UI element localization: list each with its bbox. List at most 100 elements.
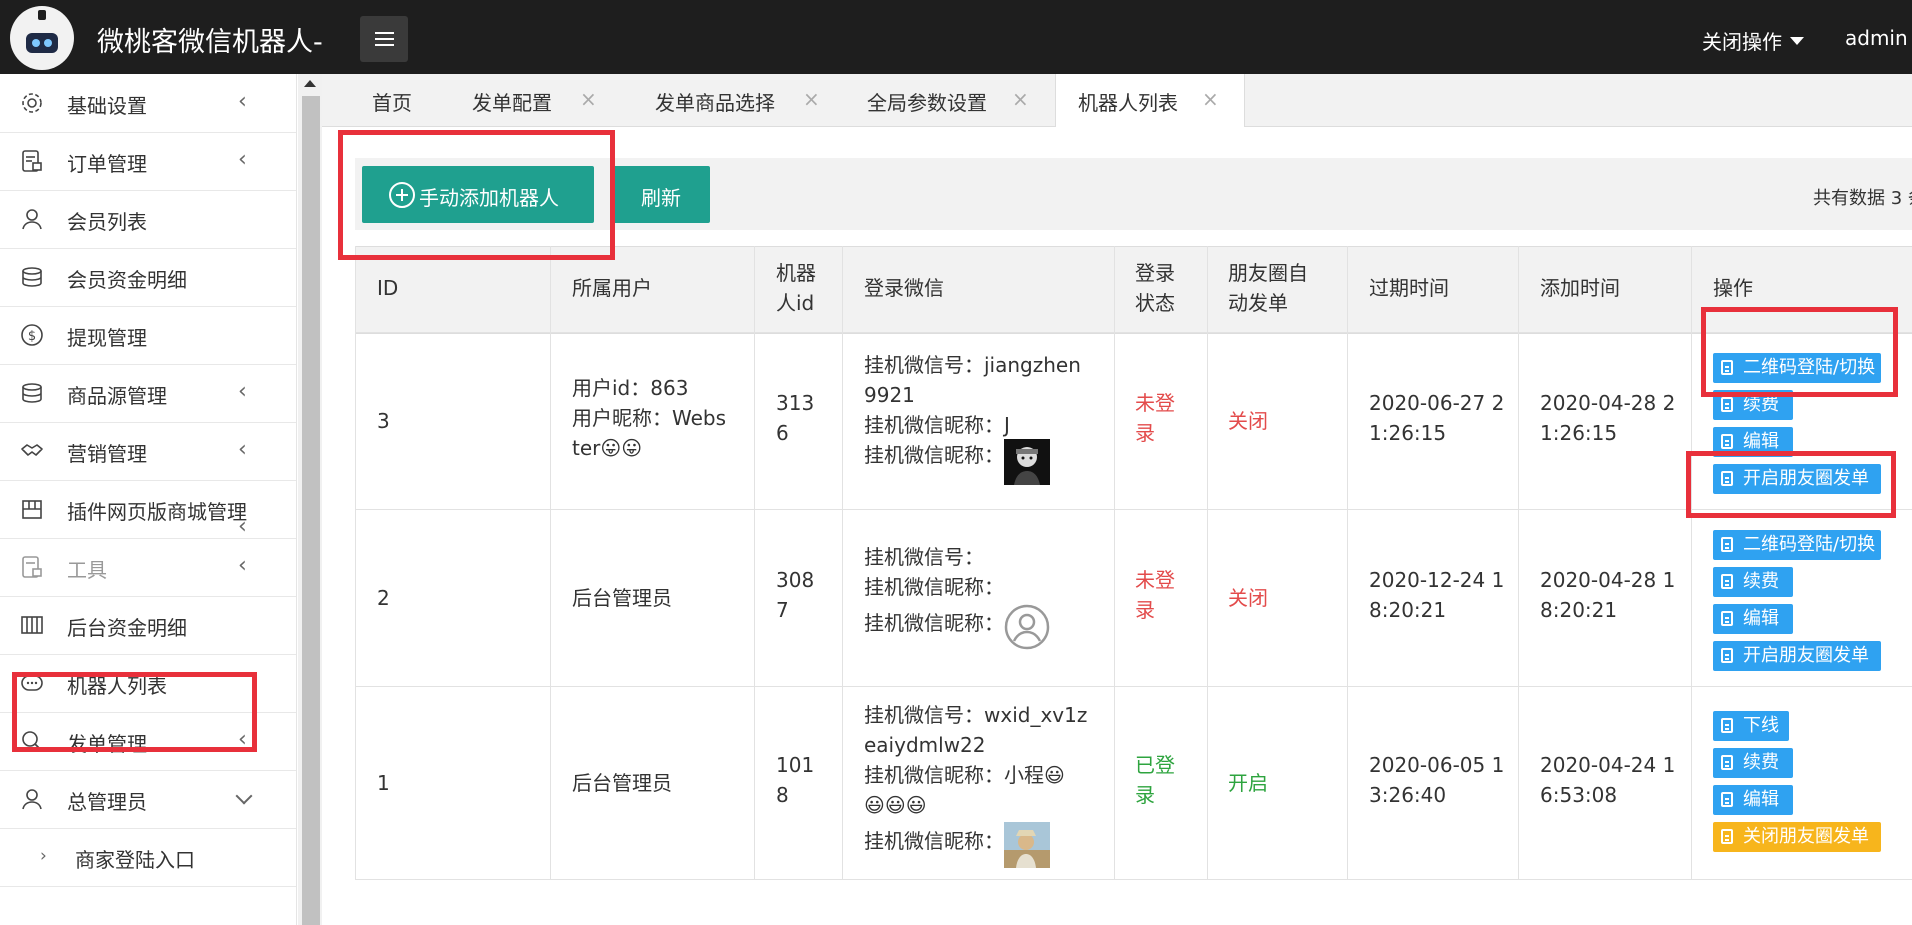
close-icon[interactable]: × bbox=[1012, 87, 1029, 111]
close-icon[interactable]: × bbox=[580, 87, 597, 111]
sidebar-item-super-admin[interactable]: 总管理员 bbox=[0, 770, 296, 829]
cell-added: 2020-04-24 1 6:53:08 bbox=[1540, 753, 1676, 807]
sidebar-item-member-funds[interactable]: 会员资金明细 bbox=[0, 248, 296, 307]
sidebar-item-label: 后台资金明细 bbox=[67, 616, 187, 640]
default-avatar-icon bbox=[1004, 604, 1050, 650]
chevron-left-icon: ‹ bbox=[238, 514, 247, 539]
chevron-left-icon: ‹ bbox=[238, 379, 247, 404]
cell-expire: 2020-06-05 1 3:26:40 bbox=[1369, 753, 1505, 807]
enable-moments-button[interactable]: 开启朋友圈发单 bbox=[1713, 641, 1881, 671]
dollar-icon: $ bbox=[21, 324, 43, 346]
cell-added: 2020-04-28 2 1:26:15 bbox=[1540, 391, 1676, 445]
clipboard-icon bbox=[1721, 792, 1733, 807]
chevron-left-icon: ‹ bbox=[238, 553, 247, 578]
sidebar-item-label: 插件网页版商城管理 bbox=[67, 500, 247, 524]
cell-robot-id: 313 6 bbox=[776, 391, 815, 445]
edit-button[interactable]: 编辑 bbox=[1713, 785, 1793, 815]
clipboard-icon bbox=[1721, 718, 1733, 733]
col-header-ops: 操作 bbox=[1713, 276, 1753, 300]
tab-label: 发单配置 bbox=[472, 91, 552, 115]
col-header-added: 添加时间 bbox=[1540, 276, 1620, 300]
sidebar-item-label: 营销管理 bbox=[67, 442, 147, 466]
wechat-avatar-image bbox=[1004, 822, 1050, 868]
cell-expire: 2020-12-24 1 8:20:21 bbox=[1369, 568, 1505, 622]
robot-logo-icon bbox=[10, 6, 74, 70]
chevron-left-icon: ‹ bbox=[238, 89, 247, 114]
app-title: 微桃客微信机器人- bbox=[97, 27, 323, 58]
sidebar-item-basic-settings[interactable]: 基础设置 ‹ bbox=[0, 74, 296, 133]
sidebar-subitem-label: 商家登陆入口 bbox=[75, 848, 195, 872]
highlight-box bbox=[12, 672, 257, 752]
user-name: admin bbox=[1845, 26, 1908, 50]
order-icon bbox=[22, 150, 42, 172]
menu-toggle-button[interactable] bbox=[360, 16, 408, 62]
wechat-avatar-image bbox=[1004, 439, 1050, 485]
sidebar-item-label: 总管理员 bbox=[67, 790, 147, 814]
close-ops-label: 关闭操作 bbox=[1702, 30, 1782, 54]
sidebar-item-marketing[interactable]: 营销管理 ‹ bbox=[0, 422, 296, 481]
cell-wechat: 挂机微信号：wxid_xv1z eaiydmlw22 挂机微信昵称：小程😃 😃😃😃 挂机… bbox=[864, 703, 1088, 853]
clipboard-icon bbox=[1721, 434, 1733, 449]
cell-id: 3 bbox=[377, 409, 390, 433]
tab-global-params[interactable]: 全局参数设置 × bbox=[867, 74, 1067, 126]
renew-button[interactable]: 续费 bbox=[1713, 748, 1793, 778]
user-icon bbox=[22, 789, 42, 810]
refresh-label: 刷新 bbox=[641, 186, 681, 210]
chevron-right-icon: › bbox=[40, 846, 47, 866]
sidebar-item-product-source[interactable]: 商品源管理 ‹ bbox=[0, 364, 296, 423]
sidebar-item-tools[interactable]: 工具 ‹ bbox=[0, 538, 296, 597]
disable-moments-button[interactable]: 关闭朋友圈发单 bbox=[1713, 822, 1881, 852]
clipboard-icon bbox=[1721, 648, 1733, 663]
offline-button[interactable]: 下线 bbox=[1713, 711, 1789, 741]
scrollbar-thumb[interactable] bbox=[302, 96, 320, 925]
cell-login-status: 未登录 bbox=[1135, 568, 1175, 622]
col-header-user: 所属用户 bbox=[572, 276, 652, 300]
sidebar-item-withdraw[interactable]: $ 提现管理 bbox=[0, 306, 296, 365]
sidebar-subitem-merchant-login[interactable]: › 商家登陆入口 bbox=[0, 828, 296, 887]
sidebar-item-label: 会员列表 bbox=[67, 210, 147, 234]
tab-label: 发单商品选择 bbox=[655, 91, 775, 115]
sidebar-item-label: 订单管理 bbox=[67, 152, 147, 176]
cell-expire: 2020-06-27 2 1:26:15 bbox=[1369, 391, 1505, 445]
tab-dispatch-products[interactable]: 发单商品选择 × bbox=[655, 74, 855, 126]
cell-user: 用户id：863 用户昵称：Webs ter😛😛 bbox=[572, 376, 727, 460]
total-count: 共有数据 3 条 bbox=[1813, 188, 1912, 209]
sidebar-item-backend-funds[interactable]: 后台资金明细 bbox=[0, 596, 296, 655]
cell-id: 2 bbox=[377, 586, 390, 610]
col-header-wechat: 登录微信 bbox=[864, 276, 944, 300]
clipboard-icon bbox=[1721, 755, 1733, 770]
sidebar-item-label: 提现管理 bbox=[67, 326, 147, 350]
cell-login-status: 未登录 bbox=[1135, 391, 1175, 445]
renew-button[interactable]: 续费 bbox=[1713, 567, 1793, 597]
highlight-box bbox=[1686, 451, 1896, 518]
edit-button[interactable]: 编辑 bbox=[1713, 604, 1793, 634]
tab-home[interactable]: 首页 bbox=[322, 74, 422, 126]
tab-strip: 首页 发单配置 × 发单商品选择 × 全局参数设置 × 机器人列表 × bbox=[322, 74, 1912, 127]
close-icon[interactable]: × bbox=[803, 87, 820, 111]
scroll-up-arrow-icon[interactable] bbox=[304, 80, 316, 87]
user-menu[interactable]: admin bbox=[1845, 26, 1912, 50]
close-icon[interactable]: × bbox=[1202, 87, 1219, 111]
cell-moments: 关闭 bbox=[1228, 409, 1268, 433]
columns-icon bbox=[21, 616, 43, 634]
close-ops-dropdown[interactable]: 关闭操作 bbox=[1702, 26, 1804, 55]
svg-text:$: $ bbox=[28, 329, 36, 344]
refresh-button[interactable]: 刷新 bbox=[613, 166, 710, 223]
col-header-login-status: 登录 状态 bbox=[1135, 261, 1175, 315]
sidebar-item-orders[interactable]: 订单管理 ‹ bbox=[0, 132, 296, 191]
qr-login-switch-button[interactable]: 二维码登陆/切换 bbox=[1713, 530, 1881, 560]
cell-id: 1 bbox=[377, 771, 390, 795]
highlight-box bbox=[1701, 307, 1898, 397]
tab-robot-list[interactable]: 机器人列表 × bbox=[1055, 74, 1245, 127]
cell-robot-id: 308 7 bbox=[776, 568, 815, 622]
sidebar-item-label: 基础设置 bbox=[67, 94, 147, 118]
sidebar-item-label: 商品源管理 bbox=[67, 384, 167, 408]
cell-robot-id: 101 8 bbox=[776, 753, 815, 807]
sidebar-item-plugin-store[interactable]: 插件网页版商城管理 ‹ bbox=[0, 480, 296, 539]
sidebar-item-members[interactable]: 会员列表 bbox=[0, 190, 296, 249]
cell-user: 后台管理员 bbox=[572, 771, 672, 795]
clipboard-icon bbox=[1721, 397, 1733, 412]
tab-label: 机器人列表 bbox=[1078, 91, 1178, 115]
tab-dispatch-config[interactable]: 发单配置 × bbox=[472, 74, 642, 126]
user-icon bbox=[22, 209, 42, 230]
